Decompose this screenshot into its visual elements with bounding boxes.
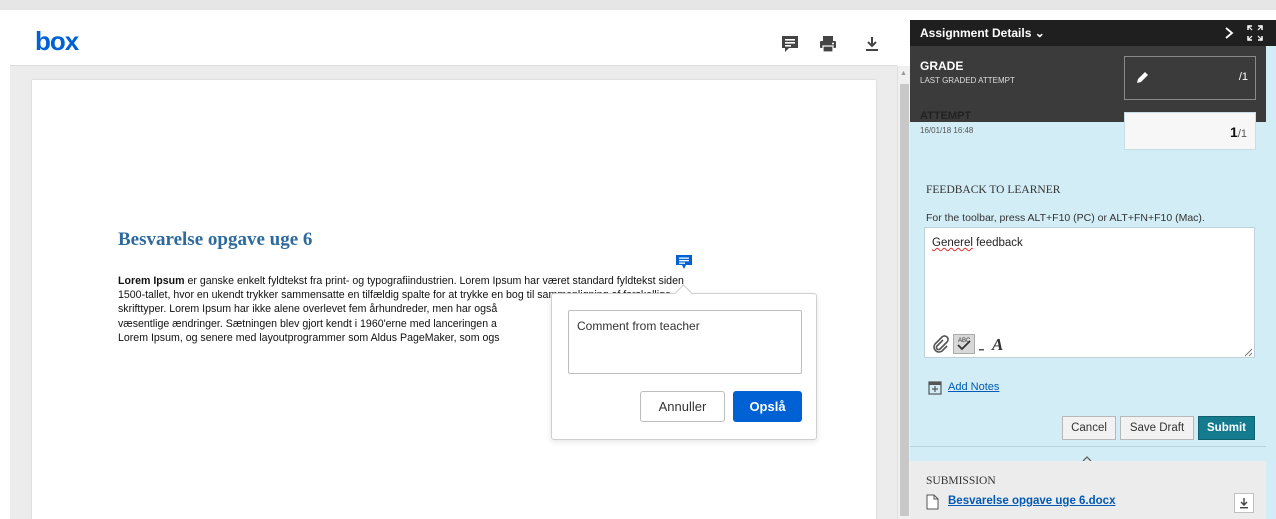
save-draft-button[interactable]: Save Draft <box>1120 416 1194 440</box>
comment-post-button[interactable]: Opslå <box>733 391 802 422</box>
print-icon[interactable] <box>818 34 838 54</box>
feedback-text: Generel feedback <box>932 237 1023 249</box>
grade-input[interactable]: /1 <box>1124 56 1256 100</box>
scroll-up-icon[interactable]: ▲ <box>900 70 907 77</box>
feedback-label: FEEDBACK TO LEARNER <box>926 184 1061 196</box>
attempt-value: 1 <box>1230 124 1238 140</box>
attempt-date: 16/01/18 16:48 <box>920 126 974 135</box>
chevron-up-icon[interactable] <box>1082 450 1092 462</box>
attach-icon[interactable] <box>931 334 949 354</box>
download-icon[interactable] <box>862 34 882 54</box>
panel-scrollbar[interactable] <box>1266 46 1276 519</box>
submission-label: SUBMISSION <box>926 475 996 487</box>
grade-label: GRADE <box>920 59 964 73</box>
submission-section: SUBMISSION Besvarelse opgave uge 6.docx <box>910 461 1276 519</box>
comment-popup: Annuller Opslå <box>551 293 817 440</box>
box-logo: box <box>35 26 79 56</box>
top-strip <box>0 0 1276 10</box>
resize-handle-icon[interactable] <box>1243 344 1253 357</box>
add-notes-icon[interactable] <box>928 381 942 395</box>
document-title: Besvarelse opgave uge 6 <box>118 229 313 250</box>
feedback-hint: For the toolbar, press ALT+F10 (PC) or A… <box>926 212 1205 224</box>
comment-input[interactable] <box>568 310 802 374</box>
comment-cancel-button[interactable]: Annuller <box>640 391 725 422</box>
collapse-bar <box>910 446 1266 462</box>
spellcheck-dropdown-icon[interactable] <box>977 340 987 351</box>
cancel-button[interactable]: Cancel <box>1062 416 1116 440</box>
attempt-number: 1/1 <box>1230 124 1247 140</box>
submit-button[interactable]: Submit <box>1198 416 1255 440</box>
svg-text:A: A <box>991 335 1003 354</box>
grade-max: /1 <box>1238 71 1248 83</box>
add-notes-link[interactable]: Add Notes <box>948 381 999 393</box>
pencil-icon <box>1134 70 1150 86</box>
document-line-text: væsentlige ændringer. Sætningen blev gjo… <box>118 317 497 330</box>
submission-file-link[interactable]: Besvarelse opgave uge 6.docx <box>948 495 1115 507</box>
box-viewer-header: box <box>10 10 897 66</box>
feedback-editor[interactable]: Generel feedback <box>924 227 1255 331</box>
text-format-icon[interactable]: A <box>989 334 1009 354</box>
document-line-text: skrifttyper. Lorem Ipsum har ikke alene … <box>118 303 498 316</box>
document-line-text: er ganske enkelt fyldtekst fra print- og… <box>184 275 684 287</box>
grade-sublabel: LAST GRADED ATTEMPT <box>920 76 1015 85</box>
chevron-right-icon[interactable] <box>1220 24 1238 42</box>
feedback-text-rest: feedback <box>972 237 1023 249</box>
attempt-of: /1 <box>1237 128 1247 140</box>
comment-icon[interactable] <box>780 34 800 54</box>
submission-download-icon[interactable] <box>1234 493 1254 513</box>
expand-icon[interactable] <box>1246 24 1264 42</box>
panel-header: Assignment Details ⌄ <box>910 20 1276 46</box>
document-line-bold: Lorem Ipsum <box>118 275 185 287</box>
panel-title[interactable]: Assignment Details ⌄ <box>920 26 1045 40</box>
app-root: box Besvarelse opgave uge 6 Lorem Ipsum … <box>0 0 1276 519</box>
feedback-toolbar: ABC A <box>924 330 1255 358</box>
comment-marker-icon[interactable] <box>675 254 693 270</box>
document-icon <box>926 494 939 510</box>
attempt-selector[interactable]: 1/1 <box>1124 112 1256 150</box>
document-line-text: Lorem Ipsum, og senere med layoutprogram… <box>118 331 500 344</box>
document-scrollbar[interactable]: ▲ <box>897 66 910 519</box>
feedback-text-misspelled: Generel <box>932 237 973 249</box>
attempt-label: ATTEMPT <box>920 110 972 122</box>
scrollbar-thumb[interactable] <box>900 84 909 516</box>
spellcheck-icon[interactable]: ABC <box>953 334 975 354</box>
assignment-details-panel: Assignment Details ⌄ GRADE LAST GRADED A… <box>910 20 1276 519</box>
